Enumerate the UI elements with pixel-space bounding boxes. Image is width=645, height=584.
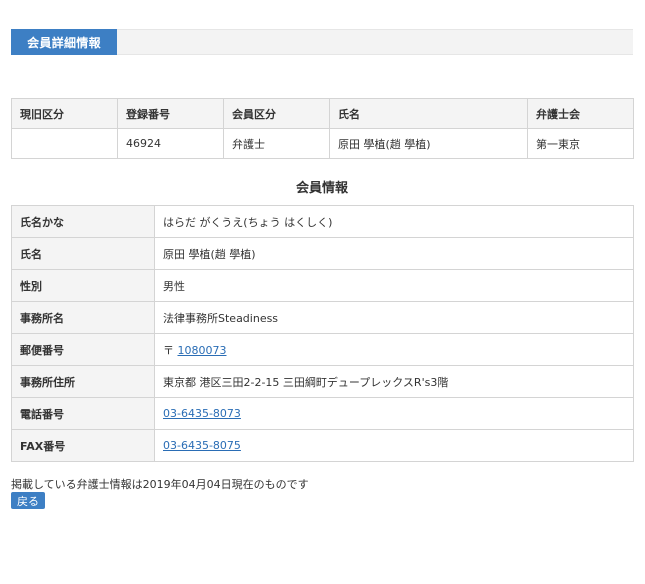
summary-header-bar-association: 弁護士会 xyxy=(527,98,634,129)
info-label: FAX番号 xyxy=(11,429,155,462)
section-title: 会員情報 xyxy=(295,181,348,196)
info-value: 男性 xyxy=(154,269,634,302)
info-label: 電話番号 xyxy=(11,397,155,430)
info-label: 事務所名 xyxy=(11,301,155,334)
summary-header-row: 現旧区分 登録番号 会員区分 氏名 弁護士会 xyxy=(11,98,634,129)
summary-value-bar-association: 第一東京 xyxy=(527,128,634,159)
summary-value-registration-number: 46924 xyxy=(117,128,224,159)
info-row-fax: FAX番号 03-6435-8075 xyxy=(11,429,634,462)
info-value: はらだ がくうえ(ちょう はくしく) xyxy=(154,205,634,238)
info-value: 03-6435-8073 xyxy=(154,397,634,430)
summary-value-name: 原田 學植(趙 學植) xyxy=(329,128,528,159)
info-label: 氏名 xyxy=(11,237,155,270)
info-row-phone: 電話番号 03-6435-8073 xyxy=(11,397,634,430)
summary-header-name: 氏名 xyxy=(329,98,528,129)
info-value: 03-6435-8075 xyxy=(154,429,634,462)
member-info-table: 氏名かな はらだ がくうえ(ちょう はくしく) 氏名 原田 學植(趙 學植) 性… xyxy=(11,205,634,462)
summary-value-status xyxy=(11,128,118,159)
info-label: 郵便番号 xyxy=(11,333,155,366)
summary-header-registration-number: 登録番号 xyxy=(117,98,224,129)
info-label: 氏名かな xyxy=(11,205,155,238)
fax-link[interactable]: 03-6435-8075 xyxy=(163,439,241,452)
info-value: 東京都 港区三田2-2-15 三田綱町デュープレックスR's3階 xyxy=(154,365,634,398)
page-title-tab: 会員詳細情報 xyxy=(11,29,117,55)
postal-code-link[interactable]: 1080073 xyxy=(178,344,227,357)
info-label: 性別 xyxy=(11,269,155,302)
info-label: 事務所住所 xyxy=(11,365,155,398)
info-value: 原田 學植(趙 學植) xyxy=(154,237,634,270)
info-value: 〒 1080073 xyxy=(154,333,634,366)
info-row-gender: 性別 男性 xyxy=(11,269,634,302)
info-row-office-name: 事務所名 法律事務所Steadiness xyxy=(11,301,634,334)
page-header-bar: 会員詳細情報 xyxy=(11,29,633,55)
data-date-footnote: 掲載している弁護士情報は2019年04月04日現在のものです xyxy=(11,478,309,491)
phone-link[interactable]: 03-6435-8073 xyxy=(163,407,241,420)
info-row-postal-code: 郵便番号 〒 1080073 xyxy=(11,333,634,366)
summary-value-member-type: 弁護士 xyxy=(223,128,330,159)
summary-header-status: 現旧区分 xyxy=(11,98,118,129)
summary-header-member-type: 会員区分 xyxy=(223,98,330,129)
postal-mark: 〒 xyxy=(163,343,174,357)
back-button[interactable]: 戻る xyxy=(11,492,45,509)
member-summary-table: 現旧区分 登録番号 会員区分 氏名 弁護士会 46924 弁護士 原田 學植(趙… xyxy=(11,98,634,159)
info-row-office-address: 事務所住所 東京都 港区三田2-2-15 三田綱町デュープレックスR's3階 xyxy=(11,365,634,398)
info-value: 法律事務所Steadiness xyxy=(154,301,634,334)
info-row-name: 氏名 原田 學植(趙 學植) xyxy=(11,237,634,270)
info-row-name-kana: 氏名かな はらだ がくうえ(ちょう はくしく) xyxy=(11,205,634,238)
summary-value-row: 46924 弁護士 原田 學植(趙 學植) 第一東京 xyxy=(11,128,634,159)
